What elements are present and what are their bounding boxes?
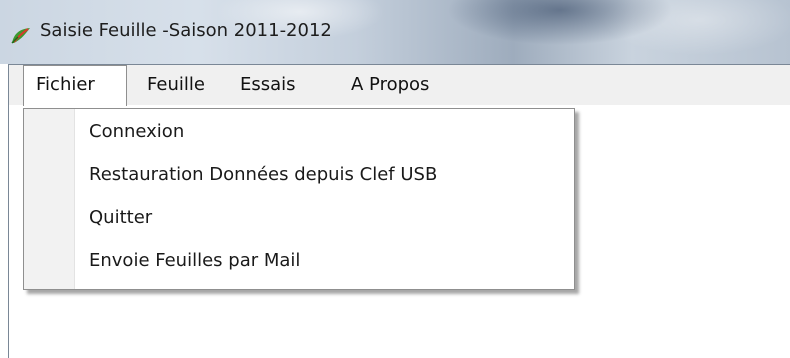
- menu-a-propos[interactable]: A Propos: [339, 65, 441, 105]
- menu-fichier[interactable]: Fichier: [23, 65, 127, 106]
- menu-icon-gutter: [24, 109, 75, 289]
- menu-essais[interactable]: Essais: [228, 65, 308, 105]
- menu-item-restauration[interactable]: Restauration Données depuis Clef USB: [89, 158, 437, 192]
- app-window: Saisie Feuille -Saison 2011-2012 Fichier…: [0, 0, 790, 358]
- title-bar[interactable]: Saisie Feuille -Saison 2011-2012: [0, 0, 790, 64]
- menu-item-quitter[interactable]: Quitter: [89, 201, 152, 235]
- menu-feuille[interactable]: Feuille: [135, 65, 217, 105]
- menu-item-envoie-mail[interactable]: Envoie Feuilles par Mail: [89, 244, 300, 278]
- fichier-dropdown-menu: Connexion Restauration Données depuis Cl…: [23, 108, 575, 290]
- menu-item-connexion[interactable]: Connexion: [89, 115, 184, 149]
- app-leaf-icon: [11, 28, 30, 44]
- menu-bar: Fichier Feuille Essais A Propos: [9, 65, 790, 106]
- window-title: Saisie Feuille -Saison 2011-2012: [40, 20, 332, 41]
